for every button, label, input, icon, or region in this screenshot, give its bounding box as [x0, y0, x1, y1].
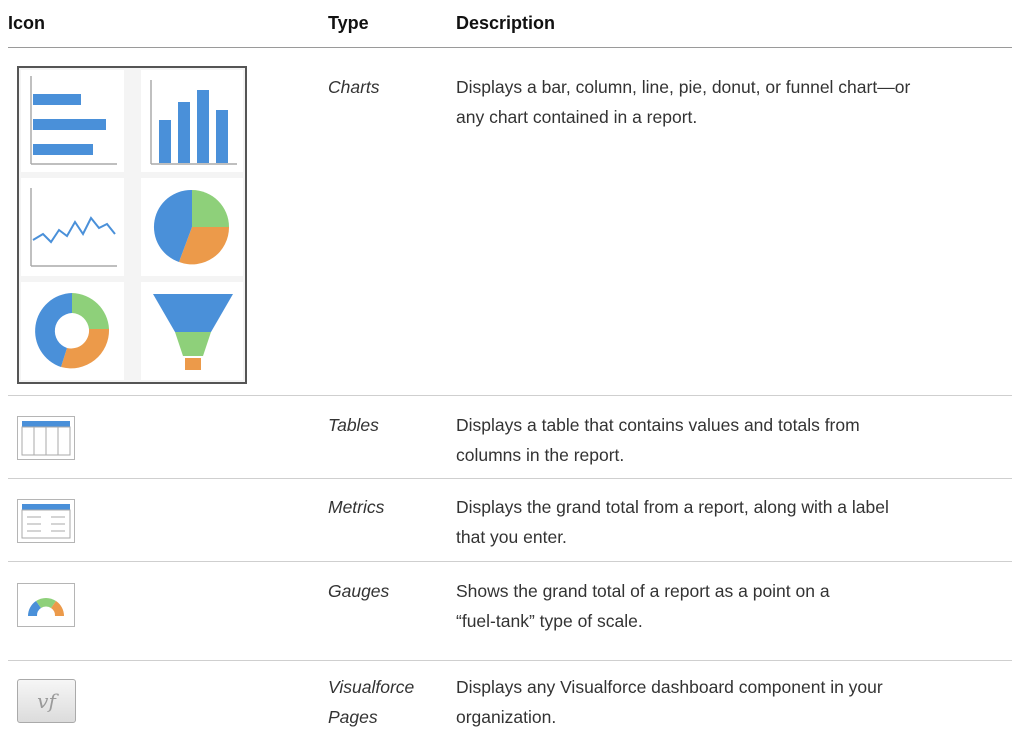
visualforce-icon: vf [17, 679, 76, 723]
funnel-chart-icon [141, 282, 243, 380]
row-type-tables: Tables [328, 415, 379, 435]
row-divider [8, 478, 1012, 479]
row-description-charts: Displays a bar, column, line, pie, donut… [456, 77, 911, 127]
bar-chart-icon [21, 70, 124, 172]
header-icon: Icon [8, 13, 46, 33]
row-description-tables: Displays a table that contains values an… [456, 415, 860, 465]
row-type-visualforce: Visualforce Pages [328, 677, 415, 727]
gauge-icon [17, 583, 75, 627]
row-description-visualforce: Displays any Visualforce dashboard compo… [456, 677, 883, 727]
donut-chart-icon [21, 282, 124, 380]
pie-chart-icon [141, 178, 243, 276]
row-type-gauges: Gauges [328, 581, 390, 601]
header-rule [8, 47, 1012, 48]
table-icon [17, 416, 75, 460]
row-description-gauges: Shows the grand total of a report as a p… [456, 581, 830, 631]
row-type-charts: Charts [328, 77, 380, 97]
line-chart-icon [21, 178, 124, 276]
row-type-metrics: Metrics [328, 497, 385, 517]
row-divider [8, 395, 1012, 396]
header-description: Description [456, 13, 556, 33]
charts-grid-icon [17, 66, 247, 384]
header-type: Type [328, 13, 369, 33]
row-divider [8, 561, 1012, 562]
row-description-metrics: Displays the grand total from a report, … [456, 497, 889, 547]
metric-icon [17, 499, 75, 543]
row-divider [8, 660, 1012, 661]
column-chart-icon [141, 70, 243, 172]
